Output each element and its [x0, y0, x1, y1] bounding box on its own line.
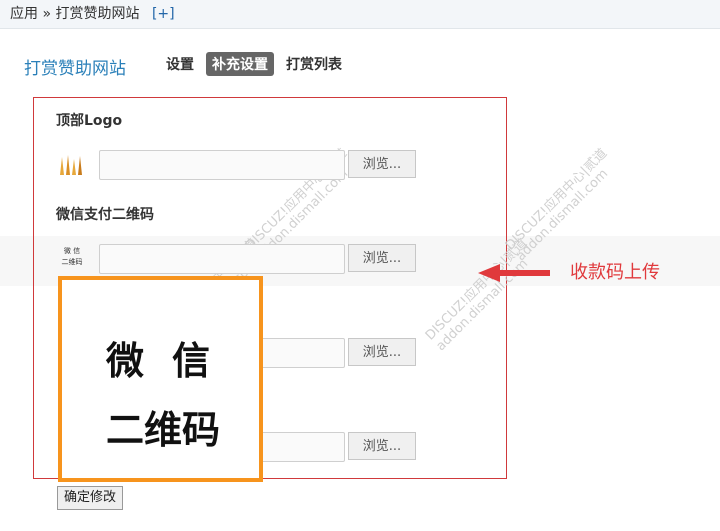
page-title: 打赏赞助网站	[24, 59, 126, 79]
add-shortcut-link[interactable]: [+]	[152, 6, 175, 22]
wechat-qrcode-file-field[interactable]	[99, 244, 345, 274]
browse-button-4[interactable]: 浏览...	[348, 432, 416, 460]
preview-line-1: 微信	[106, 339, 239, 383]
wechat-qrcode-browse-button[interactable]: 浏览...	[348, 244, 416, 272]
preview-line-2: 二维码	[106, 408, 221, 452]
breadcrumb: 应用 » 打赏赞助网站 [+]	[10, 3, 175, 23]
logo-thumbnail	[57, 153, 87, 177]
logo-file-field[interactable]	[99, 150, 345, 180]
top-bar: 应用 » 打赏赞助网站 [+]	[0, 0, 720, 29]
annotation-arrow-icon	[478, 264, 550, 282]
breadcrumb-app[interactable]: 应用	[10, 6, 38, 22]
logo-browse-button[interactable]: 浏览...	[348, 150, 416, 178]
tab-donation-list[interactable]: 打赏列表	[280, 52, 348, 76]
submit-button[interactable]: 确定修改	[57, 486, 124, 510]
browse-button-3[interactable]: 浏览...	[348, 338, 416, 366]
tab-settings[interactable]: 设置	[160, 52, 200, 76]
tab-extra-settings[interactable]: 补充设置	[206, 52, 274, 76]
breadcrumb-separator: »	[42, 6, 52, 22]
tab-bar: 设置 补充设置 打赏列表	[160, 52, 348, 76]
breadcrumb-page[interactable]: 打赏赞助网站	[55, 6, 139, 22]
wechat-qrcode-label: 微信支付二维码	[56, 207, 154, 223]
logo-label: 顶部Logo	[56, 113, 123, 129]
annotation-label: 收款码上传	[570, 262, 660, 283]
wechat-qrcode-thumbnail: 微 信 二维码	[61, 247, 83, 266]
